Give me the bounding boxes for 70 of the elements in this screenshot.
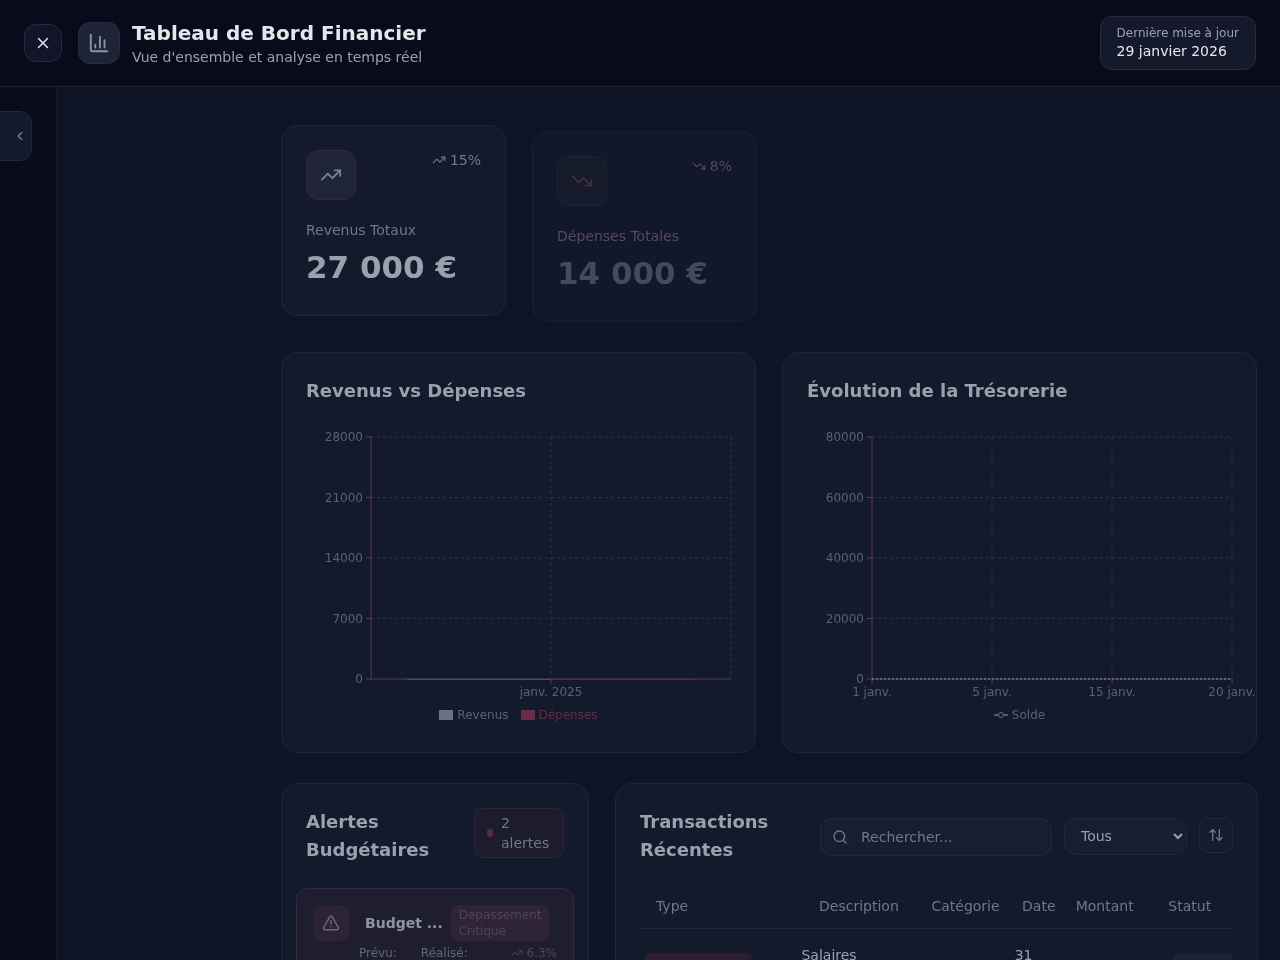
column-header: Type [640, 895, 802, 928]
y-tick-label: 0 [355, 671, 363, 686]
alert-count: 2 alertes [501, 813, 551, 853]
column-header: Description [801, 895, 917, 928]
x-axis-tick: 5 janv. [972, 678, 1012, 699]
alert-title: Budget ... [365, 913, 443, 933]
change-value: 8% [709, 157, 732, 176]
legend-label: Revenus [457, 706, 509, 723]
x-tick-label: janv. 2025 [518, 684, 583, 699]
table-cell: 31 [1014, 928, 1063, 960]
y-tick-label: 21000 [324, 490, 363, 504]
chart-title: Revenus vs Dépenses [306, 378, 528, 403]
search-icon [832, 828, 848, 845]
legend-label: Solde [1011, 706, 1046, 723]
column-header: Montant [1062, 895, 1147, 928]
y-axis-tick: 0 [355, 671, 372, 686]
y-axis-tick: 28000 [324, 429, 372, 444]
y-tick-label: 60000 [825, 490, 864, 504]
page-subtitle: Vue d'ensemble et analyse en temps réel [132, 48, 424, 67]
change-value: 15% [449, 151, 481, 170]
x-axis-tick: 15 janv. [1088, 678, 1136, 699]
update-date: 29 janvier 2026 [1116, 42, 1228, 61]
y-tick-label: 28000 [324, 429, 363, 444]
actual-label: Réalisé: [420, 944, 468, 960]
column-header: Statut [1146, 895, 1233, 928]
y-axis-tick: 0 [856, 671, 873, 686]
column-header: Date [1014, 895, 1063, 928]
y-tick-label: 20000 [825, 611, 864, 625]
x-axis-tick: janv. 2025 [519, 678, 583, 699]
y-axis-tick: 60000 [825, 490, 873, 504]
chart-logo-icon [78, 22, 120, 64]
close-button[interactable] [24, 24, 62, 62]
y-tick-label: 40000 [825, 550, 864, 565]
y-axis-tick: 21000 [324, 490, 372, 504]
y-axis-tick: 20000 [825, 611, 873, 625]
legend-label: Dépenses [538, 706, 598, 723]
sort-button[interactable] [1199, 817, 1233, 853]
stat-label: Dépenses Totales [557, 227, 681, 246]
x-tick-label: 1 janv. [852, 684, 892, 699]
legend-swatch [520, 709, 535, 720]
y-tick-label: 7000 [332, 611, 363, 625]
trend-down-icon [557, 156, 607, 206]
table-cell: Salaires [801, 928, 917, 960]
warning-icon [313, 904, 349, 941]
alerts-title: Alertes Budgétaires [306, 809, 431, 862]
y-tick-label: 0 [856, 671, 864, 686]
search-field[interactable]: Rechercher... [820, 817, 1052, 856]
x-tick-label: 20 janv. [1208, 684, 1256, 699]
x-axis-tick: 20 janv. [1208, 678, 1256, 699]
x-tick-label: 15 janv. [1088, 684, 1136, 699]
y-tick-label: 80000 [825, 429, 864, 444]
stat-value: 27 000 € [306, 248, 458, 287]
transactions-title: Transactions Récentes [640, 809, 770, 862]
x-tick-label: 5 janv. [972, 684, 1012, 699]
y-tick-label: 14000 [324, 550, 363, 565]
trend-up-icon [306, 150, 356, 200]
update-label: Dernière mise à jour [1116, 25, 1239, 41]
y-axis-tick: 80000 [825, 429, 873, 444]
y-axis-tick: 14000 [324, 550, 372, 565]
legend-swatch [439, 709, 454, 720]
legend-line-icon [993, 710, 1008, 719]
stat-label: Revenus Totaux [306, 221, 418, 240]
chart-title: Évolution de la Trésorerie [807, 378, 1069, 403]
page-title: Tableau de Bord Financier [132, 20, 426, 47]
y-axis-tick: 7000 [332, 611, 372, 625]
y-axis-tick: 40000 [825, 550, 873, 565]
column-header: Catégorie [916, 895, 1015, 928]
planned-label: Prévu: [359, 944, 397, 960]
filter-dropdown[interactable]: Tous [1064, 817, 1187, 855]
sort-icon [1208, 827, 1224, 843]
